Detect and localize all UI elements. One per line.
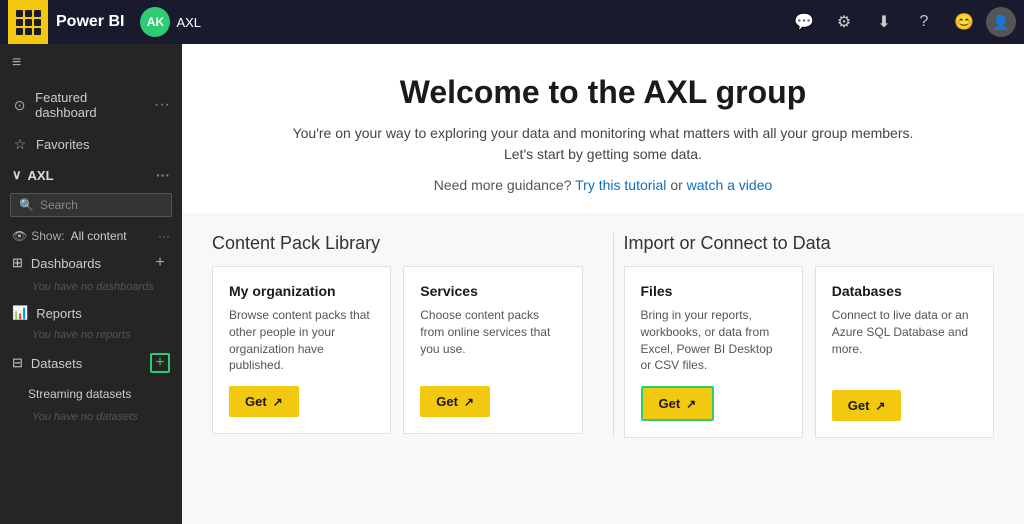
favorites-icon: ☆	[12, 136, 28, 153]
services-card-desc: Choose content packs from online service…	[420, 307, 565, 374]
sidebar: ≡ ⊙ Featured dashboard ··· ☆ Favorites ∨…	[0, 44, 182, 524]
files-card-title: Files	[641, 283, 786, 299]
search-input[interactable]	[40, 198, 163, 212]
files-arrow-icon: ↗	[686, 397, 696, 411]
my-org-card-desc: Browse content packs that other people i…	[229, 307, 374, 374]
databases-get-button[interactable]: Get ↗	[832, 390, 902, 421]
welcome-guidance: Need more guidance? Try this tutorial or…	[222, 177, 984, 193]
databases-get-label: Get	[848, 398, 870, 413]
hamburger-menu[interactable]: ≡	[0, 44, 182, 82]
feedback-icon[interactable]: 💬	[786, 4, 822, 40]
axl-more-icon[interactable]: ···	[156, 167, 170, 183]
databases-card: Databases Connect to live data or an Azu…	[815, 266, 994, 438]
topbar: Power BI AK AXL 💬 ⚙ ⬇ ? 😊 👤	[0, 0, 1024, 44]
files-card: Files Bring in your reports, workbooks, …	[624, 266, 803, 438]
import-connect-title: Import or Connect to Data	[624, 233, 995, 254]
databases-card-desc: Connect to live data or an Azure SQL Dat…	[832, 307, 977, 378]
services-get-button[interactable]: Get ↗	[420, 386, 490, 417]
services-arrow-icon: ↗	[464, 395, 474, 409]
databases-arrow-icon: ↗	[875, 399, 885, 413]
watch-video-link[interactable]: watch a video	[687, 177, 773, 193]
no-reports-label: You have no reports	[0, 327, 182, 347]
services-card-title: Services	[420, 283, 565, 299]
dashboards-icon: ⊞	[12, 255, 23, 271]
axl-chevron-icon: ∨	[12, 167, 22, 183]
user-profile-icon[interactable]: 👤	[986, 7, 1016, 37]
files-get-button[interactable]: Get ↗	[641, 386, 715, 421]
help-icon[interactable]: ?	[906, 4, 942, 40]
content-area: Welcome to the AXL group You're on your …	[182, 44, 1024, 524]
my-org-get-label: Get	[245, 394, 267, 409]
content-pack-title: Content Pack Library	[212, 233, 583, 254]
add-dataset-button[interactable]: +	[150, 353, 170, 373]
sidebar-show-row[interactable]: 👁 Show: All content ···	[0, 225, 182, 247]
services-get-label: Get	[436, 394, 458, 409]
my-organization-card: My organization Browse content packs tha…	[212, 266, 391, 434]
sidebar-dashboards-header[interactable]: ⊞ Dashboards +	[0, 247, 182, 279]
main-layout: ≡ ⊙ Featured dashboard ··· ☆ Favorites ∨…	[0, 44, 1024, 524]
reports-icon: 📊	[12, 305, 28, 321]
sidebar-streaming-datasets[interactable]: Streaming datasets	[0, 379, 182, 409]
show-more-icon[interactable]: ···	[158, 229, 170, 243]
my-org-arrow-icon: ↗	[273, 395, 283, 409]
no-dashboards-label: You have no dashboards	[0, 279, 182, 299]
welcome-subtitle: You're on your way to exploring your dat…	[222, 123, 984, 165]
welcome-title: Welcome to the AXL group	[222, 74, 984, 111]
welcome-section: Welcome to the AXL group You're on your …	[182, 44, 1024, 213]
databases-card-title: Databases	[832, 283, 977, 299]
try-tutorial-link[interactable]: Try this tutorial	[575, 177, 666, 193]
add-dashboard-button[interactable]: +	[150, 253, 170, 273]
my-org-card-title: My organization	[229, 283, 374, 299]
sidebar-reports-header[interactable]: 📊 Reports	[0, 299, 182, 327]
sidebar-item-favorites[interactable]: ☆ Favorites	[0, 128, 182, 161]
topbar-icon-group: 💬 ⚙ ⬇ ? 😊 👤	[786, 4, 1016, 40]
files-get-label: Get	[659, 396, 681, 411]
settings-icon[interactable]: ⚙	[826, 4, 862, 40]
featured-dashboard-more[interactable]: ···	[154, 96, 170, 114]
cards-container: Content Pack Library My organization Bro…	[182, 213, 1024, 458]
app-title: Power BI	[56, 13, 124, 31]
sidebar-item-featured-dashboard[interactable]: ⊙ Featured dashboard ···	[0, 82, 182, 128]
datasets-icon: ⊟	[12, 355, 23, 371]
import-connect-cards-row: Files Bring in your reports, workbooks, …	[624, 266, 995, 438]
user-avatar-topbar[interactable]: AK	[140, 7, 170, 37]
import-connect-section: Import or Connect to Data Files Bring in…	[624, 233, 995, 438]
sidebar-datasets-header[interactable]: ⊟ Datasets +	[0, 347, 182, 379]
topbar-username: AXL	[176, 15, 201, 30]
services-card: Services Choose content packs from onlin…	[403, 266, 582, 434]
emoji-icon[interactable]: 😊	[946, 4, 982, 40]
content-pack-cards-row: My organization Browse content packs tha…	[212, 266, 583, 434]
content-pack-section: Content Pack Library My organization Bro…	[212, 233, 583, 438]
my-org-get-button[interactable]: Get ↗	[229, 386, 299, 417]
app-logo[interactable]	[8, 0, 48, 44]
files-card-desc: Bring in your reports, workbooks, or dat…	[641, 307, 786, 374]
sidebar-search-box[interactable]: 🔍	[10, 193, 172, 217]
download-icon[interactable]: ⬇	[866, 4, 902, 40]
sidebar-axl-section[interactable]: ∨ AXL ···	[0, 161, 182, 189]
grid-icon	[16, 10, 41, 35]
no-datasets-label: You have no datasets	[0, 409, 182, 429]
featured-dashboard-icon: ⊙	[12, 97, 27, 114]
search-icon: 🔍	[19, 198, 34, 212]
eye-icon: 👁	[12, 229, 27, 243]
section-divider	[613, 233, 614, 438]
